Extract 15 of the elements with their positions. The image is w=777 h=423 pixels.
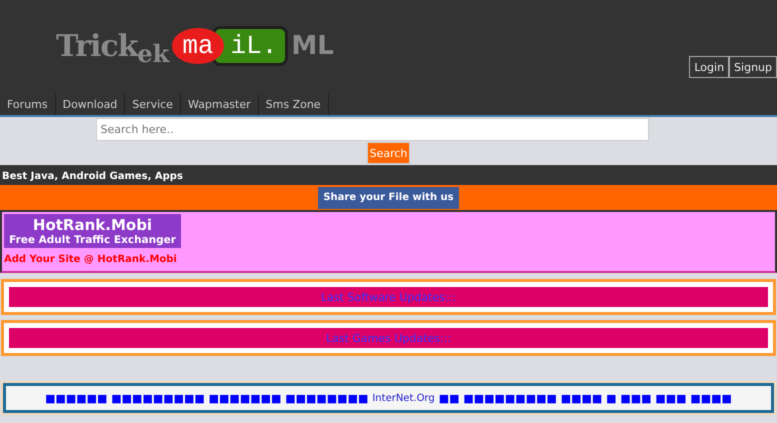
login-button[interactable]: Login bbox=[689, 56, 730, 78]
nav-link[interactable]: Service bbox=[125, 94, 181, 115]
share-button[interactable]: Share your File with us bbox=[318, 186, 459, 208]
ad-subtitle: Free Adult Traffic Exchanger bbox=[9, 234, 176, 246]
nav-link[interactable]: Forums bbox=[0, 94, 56, 115]
ad-title: HotRank.Mobi bbox=[32, 216, 152, 234]
ad-banner[interactable]: HotRank.Mobi Free Adult Traffic Exchanger bbox=[4, 214, 181, 248]
signup-button[interactable]: Signup bbox=[729, 56, 777, 78]
nav-link[interactable]: Wapmaster bbox=[180, 94, 259, 115]
footer-text: ■■■■■■ ■■■■■■■■■ ■■■■■■■ ■■■■■■■■ InterNet.Org ■■ ■■■■■■■■■ ■■■■ ■ ■■■ ■■■ ■■■■ bbox=[45, 392, 732, 404]
footer-link[interactable]: InterNet.Org bbox=[372, 392, 435, 404]
tagline: Best Java, Android Games, Apps bbox=[0, 165, 777, 185]
nav-link[interactable]: Download bbox=[56, 94, 126, 115]
search-field[interactable]: Search here.. bbox=[96, 118, 648, 141]
nav-link[interactable]: Sms Zone bbox=[258, 94, 329, 115]
